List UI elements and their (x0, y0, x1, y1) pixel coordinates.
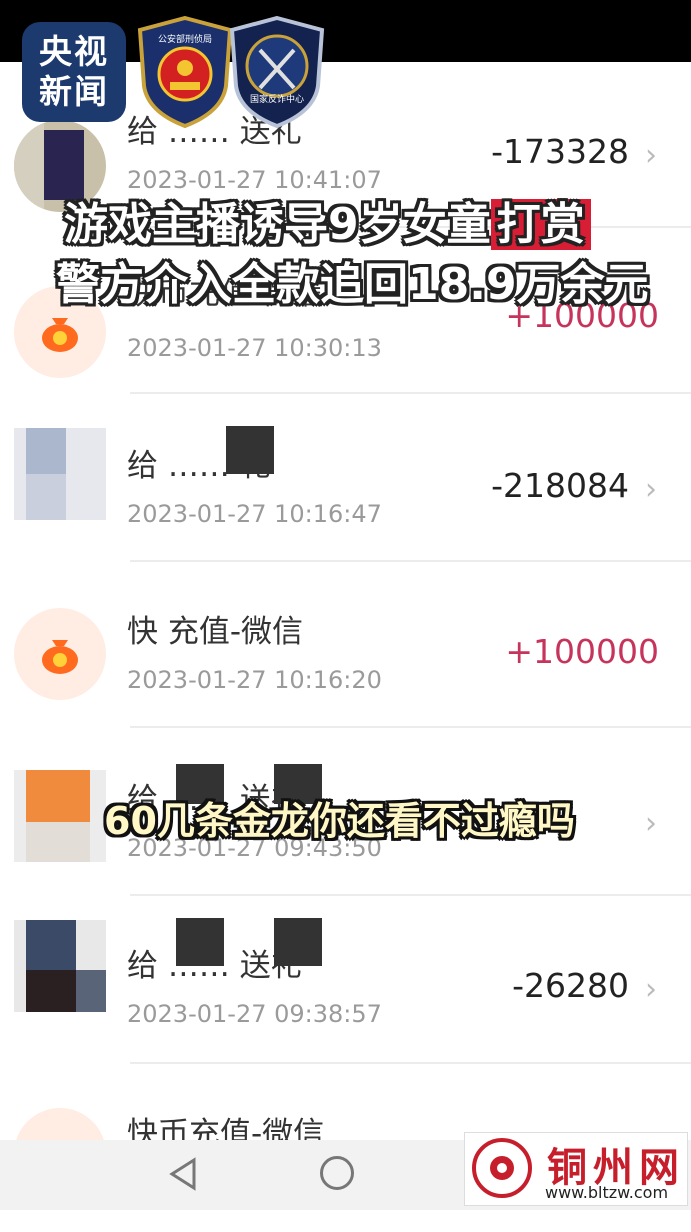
badge-left-label: 公安部刑侦局 (158, 33, 212, 45)
police-badge-icon: 公安部刑侦局 (137, 16, 233, 128)
censor-block (274, 918, 322, 966)
headline-line-1-main: 游戏主播诱导9岁女童 (64, 199, 491, 250)
headline-highlight: 打赏 (490, 199, 591, 250)
transaction-time: 2023-01-27 10:16:47 (127, 500, 382, 528)
cctv-logo-text: 央视 新闻 (39, 32, 109, 111)
transaction-row[interactable]: 快 充值-微信 2023-01-27 10:16:20 +100000 (0, 562, 691, 728)
transaction-title: 快 充值-微信 (127, 614, 304, 650)
transaction-amount: -26280 (512, 966, 629, 1005)
row-divider (130, 726, 691, 728)
cctv-news-logo: 央视 新闻 (22, 22, 126, 122)
censor-block (176, 918, 224, 966)
anti-fraud-badge-icon: 国家反诈中心 (229, 16, 325, 128)
video-caption: 60几条金龙你还看不过瘾吗 (104, 799, 575, 843)
headline-line-1: 游戏主播诱导9岁女童 打赏 (64, 188, 591, 252)
row-divider (130, 1062, 691, 1064)
triangle-back-icon[interactable] (166, 1156, 202, 1192)
transaction-time: 2023-01-27 09:38:57 (127, 1000, 382, 1028)
transaction-time: 2023-01-27 10:16:20 (127, 666, 382, 694)
row-divider (130, 392, 691, 394)
site-watermark: 铜州网 www.bltzw.com (464, 1132, 688, 1206)
transaction-amount: -218084 (491, 466, 629, 505)
transaction-amount: +100000 (505, 632, 659, 671)
coin-bag-icon (42, 640, 78, 674)
chevron-right-icon: › (645, 472, 657, 507)
recharge-avatar (14, 608, 106, 700)
headline-line-2: 警方介入全款追回18.9万余元 (56, 259, 649, 310)
chevron-right-icon: › (645, 972, 657, 1007)
transaction-row[interactable]: 给 …… 送礼 2023-01-27 09:38:57 -26280 › (0, 898, 691, 1064)
site-url: www.bltzw.com (545, 1183, 669, 1202)
transaction-time: 2023-01-27 10:30:13 (127, 334, 382, 362)
coin-bag-icon (42, 318, 78, 352)
transaction-amount: -173328 (491, 132, 629, 171)
circle-home-icon[interactable] (320, 1156, 354, 1190)
user-avatar (14, 770, 106, 862)
transaction-row[interactable]: 给 …… 礼 2023-01-27 10:16:47 -218084 › (0, 396, 691, 562)
row-divider (130, 894, 691, 896)
chevron-right-icon: › (645, 806, 657, 841)
chevron-right-icon: › (645, 138, 657, 173)
user-avatar (14, 920, 106, 1012)
badge-right-label: 国家反诈中心 (250, 93, 304, 105)
site-logo-icon (472, 1138, 532, 1198)
user-avatar (14, 428, 106, 520)
censor-block (226, 426, 274, 474)
